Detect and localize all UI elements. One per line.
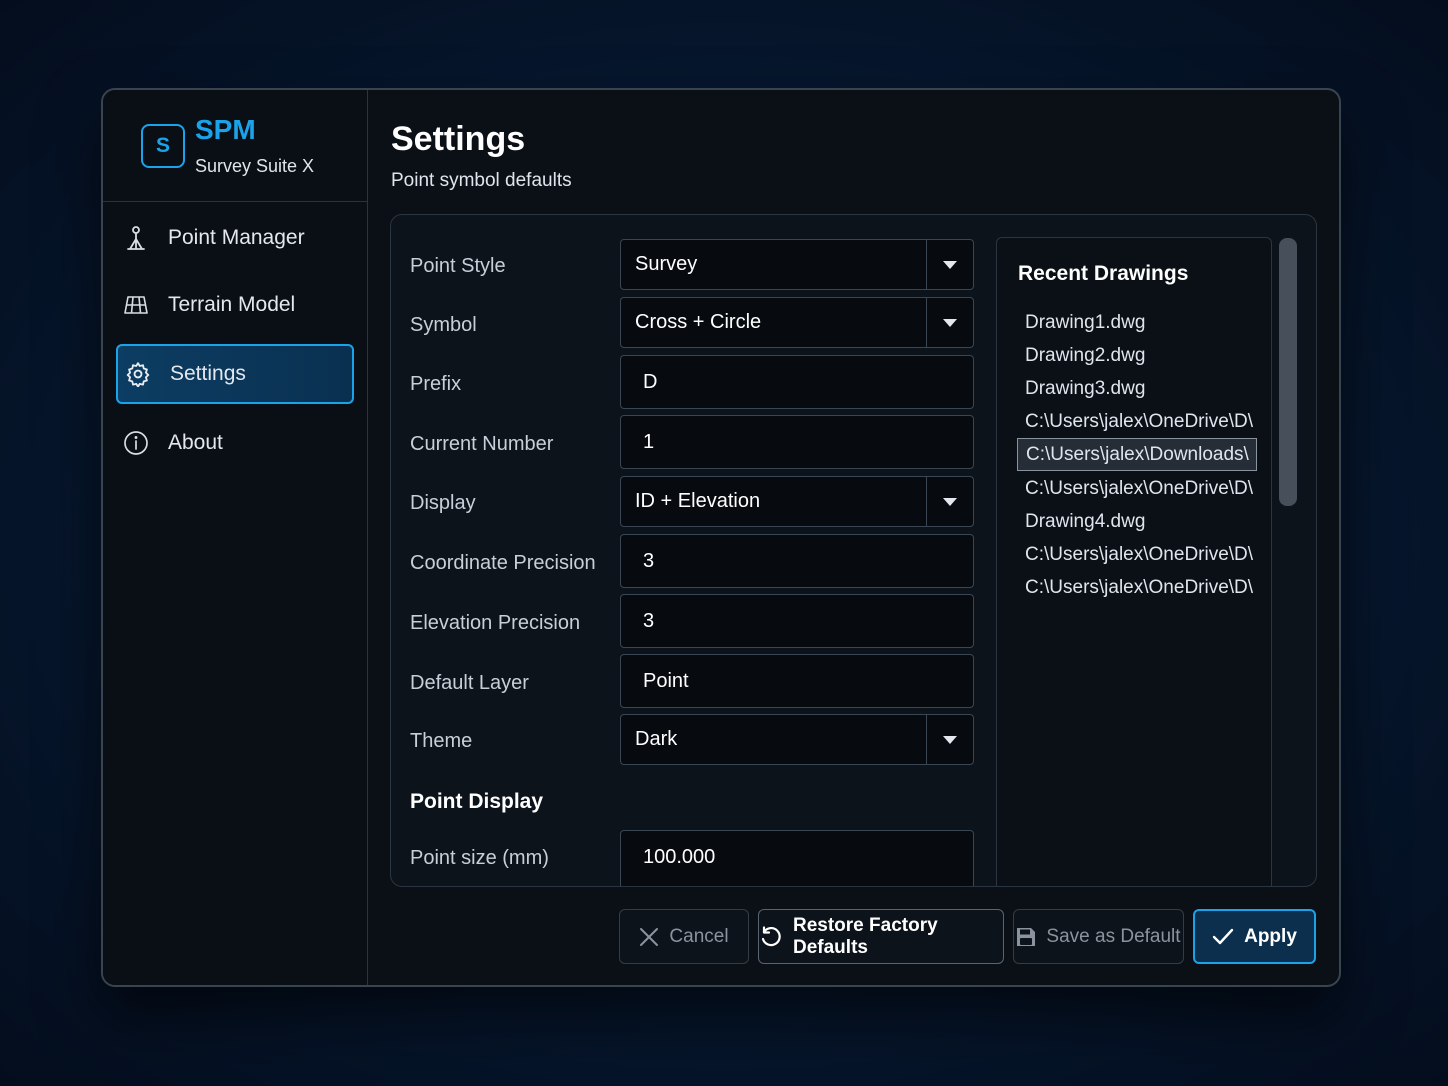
coordinate-precision-field[interactable]: 3 — [620, 534, 974, 588]
surveyor-icon — [122, 224, 150, 252]
current-number-field[interactable]: 1 — [620, 415, 974, 469]
prefix-field[interactable]: D — [620, 355, 974, 409]
restore-factory-defaults-button[interactable]: Restore Factory Defaults — [758, 909, 1004, 964]
app-name: SPM — [195, 114, 256, 145]
theme-value: Dark — [635, 728, 678, 750]
cancel-label: Cancel — [669, 925, 729, 947]
sidebar-item-label: About — [168, 431, 223, 454]
list-item[interactable]: Drawing1.dwg — [1017, 306, 1257, 339]
point-size-field[interactable]: 100.000 — [620, 830, 974, 886]
point-style-value: Survey — [635, 253, 698, 275]
list-item[interactable]: Drawing4.dwg — [1017, 505, 1257, 538]
sidebar-item-label: Point Manager — [168, 226, 305, 249]
default-layer-label: Default Layer — [410, 672, 529, 694]
coordinate-precision-value: 3 — [643, 549, 655, 572]
apply-label: Apply — [1244, 925, 1297, 947]
list-item[interactable]: C:\Users\jalex\OneDrive\D\ — [1017, 405, 1257, 438]
sidebar-item-settings[interactable]: Settings — [116, 344, 354, 404]
recent-drawings-list: Recent Drawings Drawing1.dwg Drawing2.dw… — [996, 237, 1272, 886]
point-display-heading: Point Display — [410, 790, 544, 813]
default-layer-field[interactable]: Point — [620, 654, 974, 708]
save-default-label: Save as Default — [1046, 925, 1181, 947]
elevation-precision-field[interactable]: 3 — [620, 594, 974, 648]
symbol-value: Cross + Circle — [635, 311, 762, 333]
prefix-value: D — [643, 370, 658, 393]
save-as-default-button[interactable]: Save as Default — [1013, 909, 1184, 964]
point-style-select[interactable]: Survey — [620, 239, 974, 290]
theme-select[interactable]: Dark — [620, 714, 974, 765]
brand-header: S SPM Survey Suite X — [103, 90, 367, 202]
display-label: Display — [410, 492, 476, 514]
grid-icon — [122, 291, 150, 319]
floppy-disk-icon — [1016, 927, 1036, 947]
reset-icon — [759, 925, 783, 949]
list-item[interactable]: Drawing3.dwg — [1017, 372, 1257, 405]
point-style-label: Point Style — [410, 255, 506, 277]
info-icon — [122, 429, 150, 457]
chevron-down-icon[interactable] — [926, 240, 973, 289]
checkmark-icon — [1212, 928, 1234, 946]
list-item[interactable]: Drawing2.dwg — [1017, 339, 1257, 372]
list-item[interactable]: C:\Users\jalex\OneDrive\D\ — [1017, 472, 1257, 505]
sidebar: S SPM Survey Suite X Point Manager Terra… — [103, 90, 368, 985]
theme-label: Theme — [410, 730, 473, 752]
point-size-label: Point size (mm) — [410, 847, 549, 869]
chevron-down-icon[interactable] — [926, 298, 973, 347]
scrollbar-thumb[interactable] — [1279, 238, 1297, 506]
display-select[interactable]: ID + Elevation — [620, 476, 974, 527]
default-layer-value: Point — [643, 669, 689, 692]
symbol-select[interactable]: Cross + Circle — [620, 297, 974, 348]
symbol-label: Symbol — [410, 314, 477, 336]
list-item-selected[interactable]: C:\Users\jalex\Downloads\ — [1017, 438, 1257, 471]
settings-window: S SPM Survey Suite X Point Manager Terra… — [101, 88, 1341, 987]
sidebar-item-about[interactable]: About — [116, 413, 354, 473]
recent-drawings-title: Recent Drawings — [1018, 262, 1189, 285]
close-icon — [639, 927, 659, 947]
page-title: Settings — [391, 120, 526, 158]
current-number-label: Current Number — [410, 433, 554, 455]
gear-icon — [124, 360, 152, 388]
list-item[interactable]: C:\Users\jalex\OneDrive\D\ — [1017, 538, 1257, 571]
settings-panel: Point Style Survey Symbol Cross + Circle… — [390, 214, 1317, 887]
current-number-value: 1 — [643, 430, 655, 453]
elevation-precision-label: Elevation Precision — [410, 612, 581, 634]
sidebar-item-point-manager[interactable]: Point Manager — [116, 208, 354, 268]
list-item[interactable]: C:\Users\jalex\OneDrive\D\ — [1017, 571, 1257, 604]
elevation-precision-value: 3 — [643, 609, 655, 632]
page-subtitle: Point symbol defaults — [391, 170, 572, 191]
display-value: ID + Elevation — [635, 490, 761, 512]
sidebar-item-label: Settings — [170, 362, 246, 385]
prefix-label: Prefix — [410, 373, 462, 395]
coordinate-precision-label: Coordinate Precision — [410, 552, 596, 574]
cancel-button[interactable]: Cancel — [619, 909, 749, 964]
chevron-down-icon[interactable] — [926, 715, 973, 764]
point-size-value: 100.000 — [643, 846, 716, 868]
app-subtitle: Survey Suite X — [195, 156, 315, 176]
chevron-down-icon[interactable] — [926, 477, 973, 526]
sidebar-item-label: Terrain Model — [168, 293, 296, 316]
app-logo: S — [141, 124, 185, 168]
restore-label: Restore Factory Defaults — [793, 914, 938, 958]
apply-button[interactable]: Apply — [1193, 909, 1316, 964]
sidebar-item-terrain-model[interactable]: Terrain Model — [116, 275, 354, 335]
